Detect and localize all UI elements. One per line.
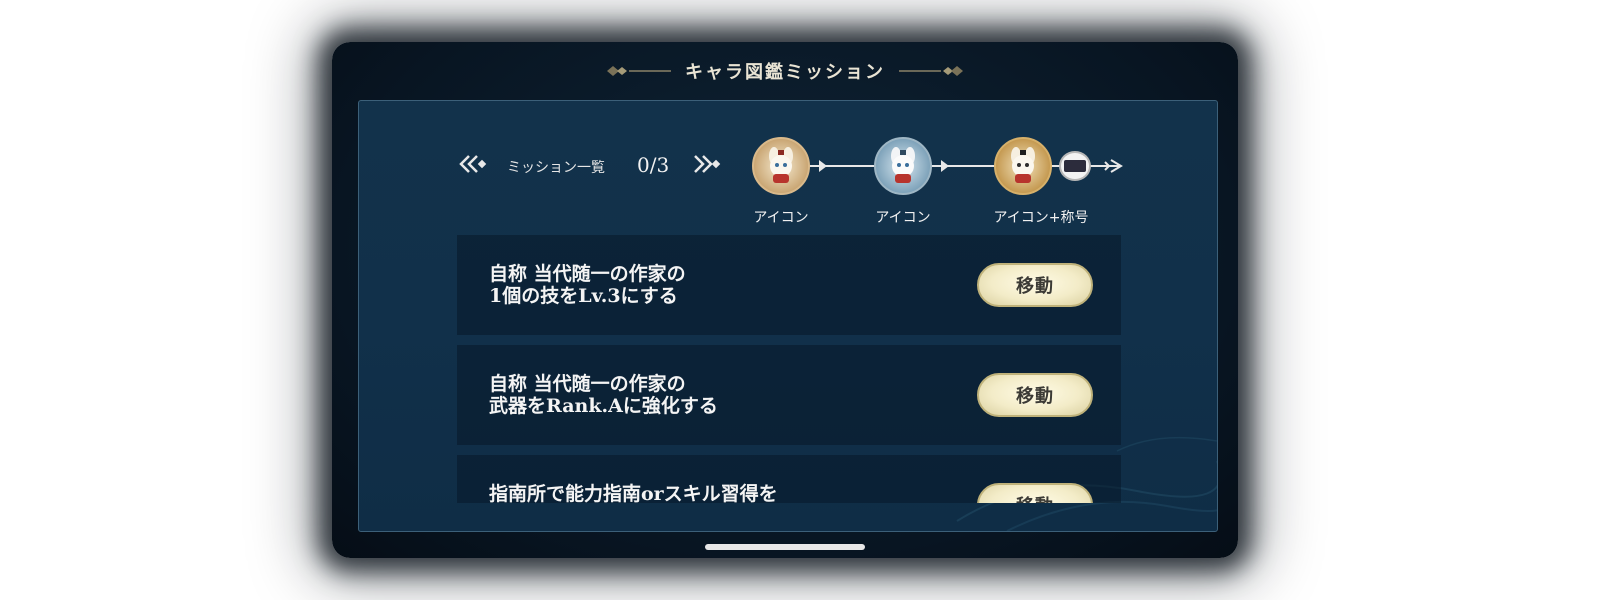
dialog-title: キャラ図鑑ミッション <box>685 62 885 83</box>
mission-text: 自称 当代随一の作家の 武器をRank.Aに強化する <box>489 373 718 417</box>
chevron-left-icon <box>459 155 487 173</box>
mission-list-label: ミッション一覧 <box>507 160 605 176</box>
character-icon <box>769 147 793 183</box>
reward-label-3: アイコン+称号 <box>993 210 1089 226</box>
mission-text-line1: 指南所で能力指南orスキル習得を <box>489 483 778 503</box>
mission-text-line2: 1個の技をLv.3にする <box>489 285 678 307</box>
mission-dialog: キャラ図鑑ミッション ミッション一覧 0/3 アイコン アイコン アイコン+称号… <box>332 42 1238 558</box>
mission-row: 自称 当代随一の作家の 武器をRank.Aに強化する 移動 <box>457 345 1121 445</box>
reward-label-1: アイコン <box>753 210 809 226</box>
mission-panel: ミッション一覧 0/3 アイコン アイコン アイコン+称号 自称 当代随一の作家… <box>358 100 1218 532</box>
reward-icon-3[interactable] <box>994 137 1052 195</box>
reward-icon-1[interactable] <box>752 137 810 195</box>
mission-text-line1: 自称 当代随一の作家の <box>489 373 686 395</box>
mission-row: 指南所で能力指南orスキル習得を 移動 <box>457 455 1121 503</box>
mission-text-line1: 自称 当代随一の作家の <box>489 263 686 285</box>
bottom-handle <box>705 544 865 550</box>
header-ornament-left-icon <box>605 64 671 78</box>
mission-text-line2: 武器をRank.Aに強化する <box>489 395 718 417</box>
track-arrow-icon <box>941 160 949 172</box>
track-arrow-icon <box>819 160 827 172</box>
title-badge-icon[interactable] <box>1059 151 1091 181</box>
move-button[interactable]: 移動 <box>977 373 1093 417</box>
track-end-arrow-icon <box>1099 159 1123 173</box>
move-button[interactable]: 移動 <box>977 483 1093 503</box>
mission-row: 自称 当代随一の作家の 1個の技をLv.3にする 移動 <box>457 235 1121 335</box>
header-ornament-right-icon <box>899 64 965 78</box>
reward-icon-2[interactable] <box>874 137 932 195</box>
dialog-header: キャラ図鑑ミッション <box>332 42 1238 100</box>
character-icon <box>891 147 915 183</box>
character-icon <box>1011 147 1035 183</box>
mission-text: 自称 当代随一の作家の 1個の技をLv.3にする <box>489 263 686 307</box>
mission-list: 自称 当代随一の作家の 1個の技をLv.3にする 移動 自称 当代随一の作家の … <box>457 235 1121 503</box>
mission-progress-count: 0/3 <box>637 153 670 177</box>
chevron-right-icon <box>694 155 721 173</box>
reward-label-2: アイコン <box>875 210 931 226</box>
move-button[interactable]: 移動 <box>977 263 1093 307</box>
mission-text: 指南所で能力指南orスキル習得を <box>489 483 778 503</box>
